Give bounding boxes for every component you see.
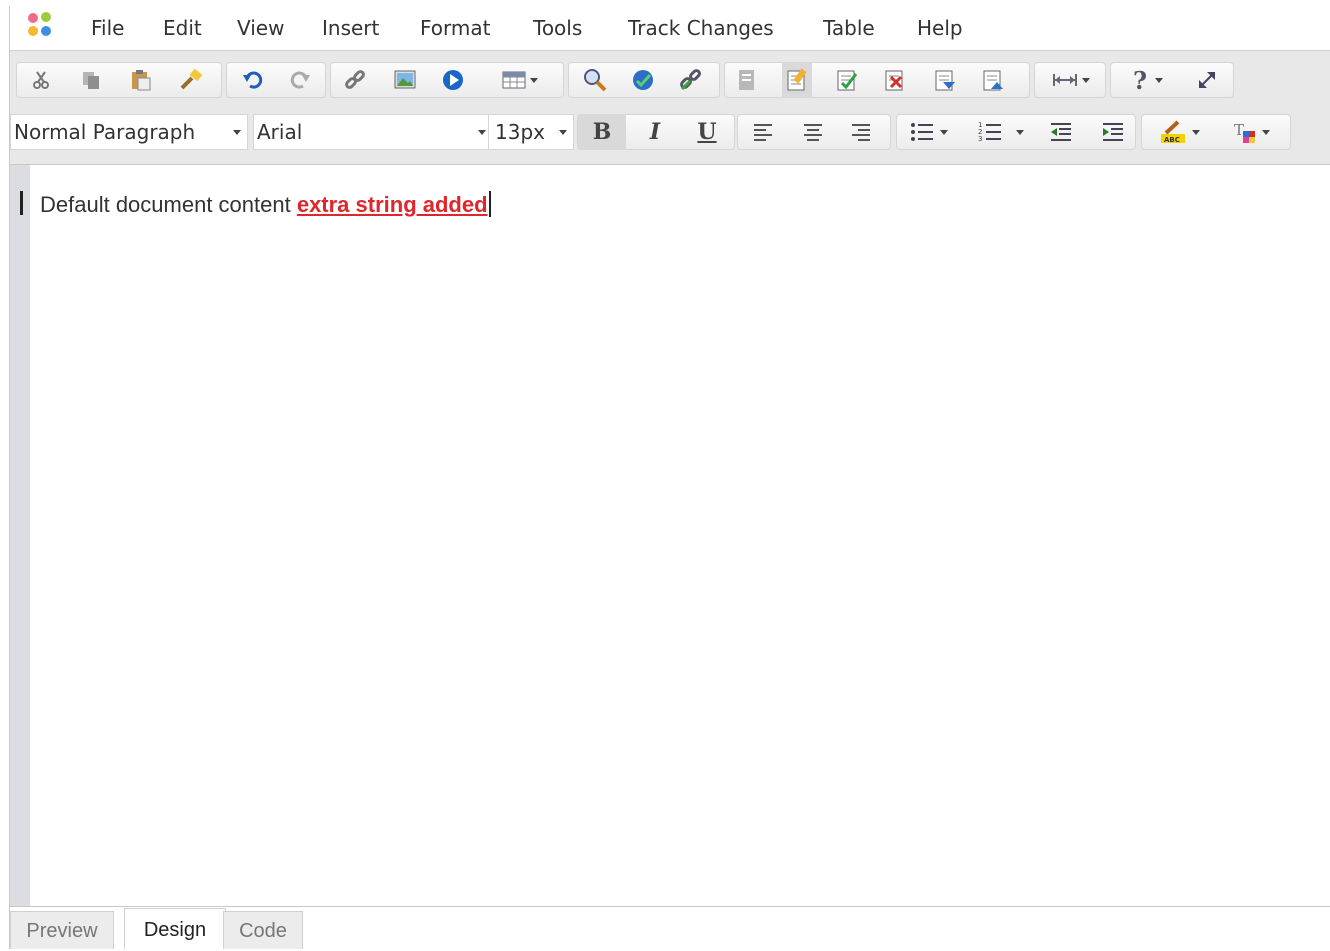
accept-change-icon[interactable] [832,62,862,98]
undo-icon[interactable] [238,62,268,98]
underline-label: U [697,119,717,145]
table-icon[interactable] [485,62,555,98]
chevron-down-icon [233,130,241,135]
align-right-icon[interactable] [846,114,876,150]
menu-view[interactable]: View [237,16,284,40]
italic-label: I [649,119,661,145]
document-text: Default document content [40,192,297,217]
toolbar-row-1: ? [10,56,1330,104]
bold-label: B [592,119,612,145]
find-icon[interactable] [580,62,610,98]
view-tabs: Preview Design Code [10,906,1330,949]
svg-text:ABC: ABC [1164,136,1180,144]
numbered-list-icon[interactable]: 123 [966,114,1036,150]
menu-track-changes[interactable]: Track Changes [628,16,774,40]
menu-insert[interactable]: Insert [322,16,379,40]
change-gutter [10,165,30,907]
tracked-insertion[interactable]: extra string added [297,192,488,217]
menu-format[interactable]: Format [420,16,490,40]
change-marker [20,191,23,215]
unlink-icon[interactable] [676,62,706,98]
align-center-icon[interactable] [798,114,828,150]
chevron-down-icon [478,130,486,135]
bold-button[interactable]: B [578,114,626,150]
document-editing-area[interactable]: Default document content extra string ad… [10,165,1330,907]
image-icon[interactable] [390,62,420,98]
track-changes-icon[interactable] [782,62,812,98]
media-icon[interactable] [438,62,468,98]
paste-icon[interactable] [126,62,156,98]
align-left-icon[interactable] [748,114,778,150]
svg-text:3: 3 [978,135,982,143]
next-change-icon[interactable] [930,62,960,98]
redo-icon[interactable] [285,62,315,98]
spellcheck-icon[interactable] [628,62,658,98]
menubar: File Edit View Insert Format Tools Track… [10,6,1330,51]
chevron-down-icon [559,130,567,135]
html-editor: File Edit View Insert Format Tools Track… [9,6,1330,949]
document-paragraph[interactable]: Default document content extra string ad… [40,191,491,219]
fullscreen-icon[interactable] [1192,62,1222,98]
font-family-value: Arial [257,120,303,144]
document-icon[interactable] [732,62,762,98]
font-size-select[interactable]: 13px [488,114,574,150]
toolbar-row-2: Normal Paragraph Arial 13px B I U 1 2 3 … [10,108,1330,156]
tab-code[interactable]: Code [223,911,303,949]
help-icon[interactable]: ? [1118,62,1178,98]
format-painter-icon[interactable] [176,62,206,98]
link-icon[interactable] [340,62,370,98]
menu-help[interactable]: Help [917,16,963,40]
highlight-icon[interactable]: ABC [1147,114,1213,150]
font-family-select[interactable]: Arial [253,114,493,150]
tab-preview[interactable]: Preview [10,911,114,949]
cut-icon[interactable] [26,62,56,98]
previous-change-icon[interactable] [978,62,1008,98]
font-size-value: 13px [495,120,545,144]
paragraph-style-select[interactable]: Normal Paragraph [10,114,248,150]
outdent-icon[interactable] [1046,114,1076,150]
horizontal-rule-icon[interactable] [1040,62,1102,98]
italic-button[interactable]: I [632,114,678,150]
paragraph-style-value: Normal Paragraph [14,120,196,144]
menu-tools[interactable]: Tools [533,16,582,40]
indent-icon[interactable] [1098,114,1128,150]
app-logo-icon [26,11,56,41]
underline-button[interactable]: U [684,114,730,150]
toolbar-area: ? Normal Paragraph Arial 13px B I U 1 2 … [10,51,1330,165]
text-color-icon[interactable]: T [1218,114,1284,150]
reject-change-icon[interactable] [880,62,910,98]
copy-icon[interactable] [76,62,106,98]
menu-edit[interactable]: Edit [163,16,202,40]
menu-file[interactable]: File [91,16,124,40]
menu-table[interactable]: Table [823,16,875,40]
bullet-list-icon[interactable] [900,114,958,150]
tab-design[interactable]: Design [124,908,226,949]
svg-text:T: T [1234,121,1244,139]
text-caret [488,191,491,217]
